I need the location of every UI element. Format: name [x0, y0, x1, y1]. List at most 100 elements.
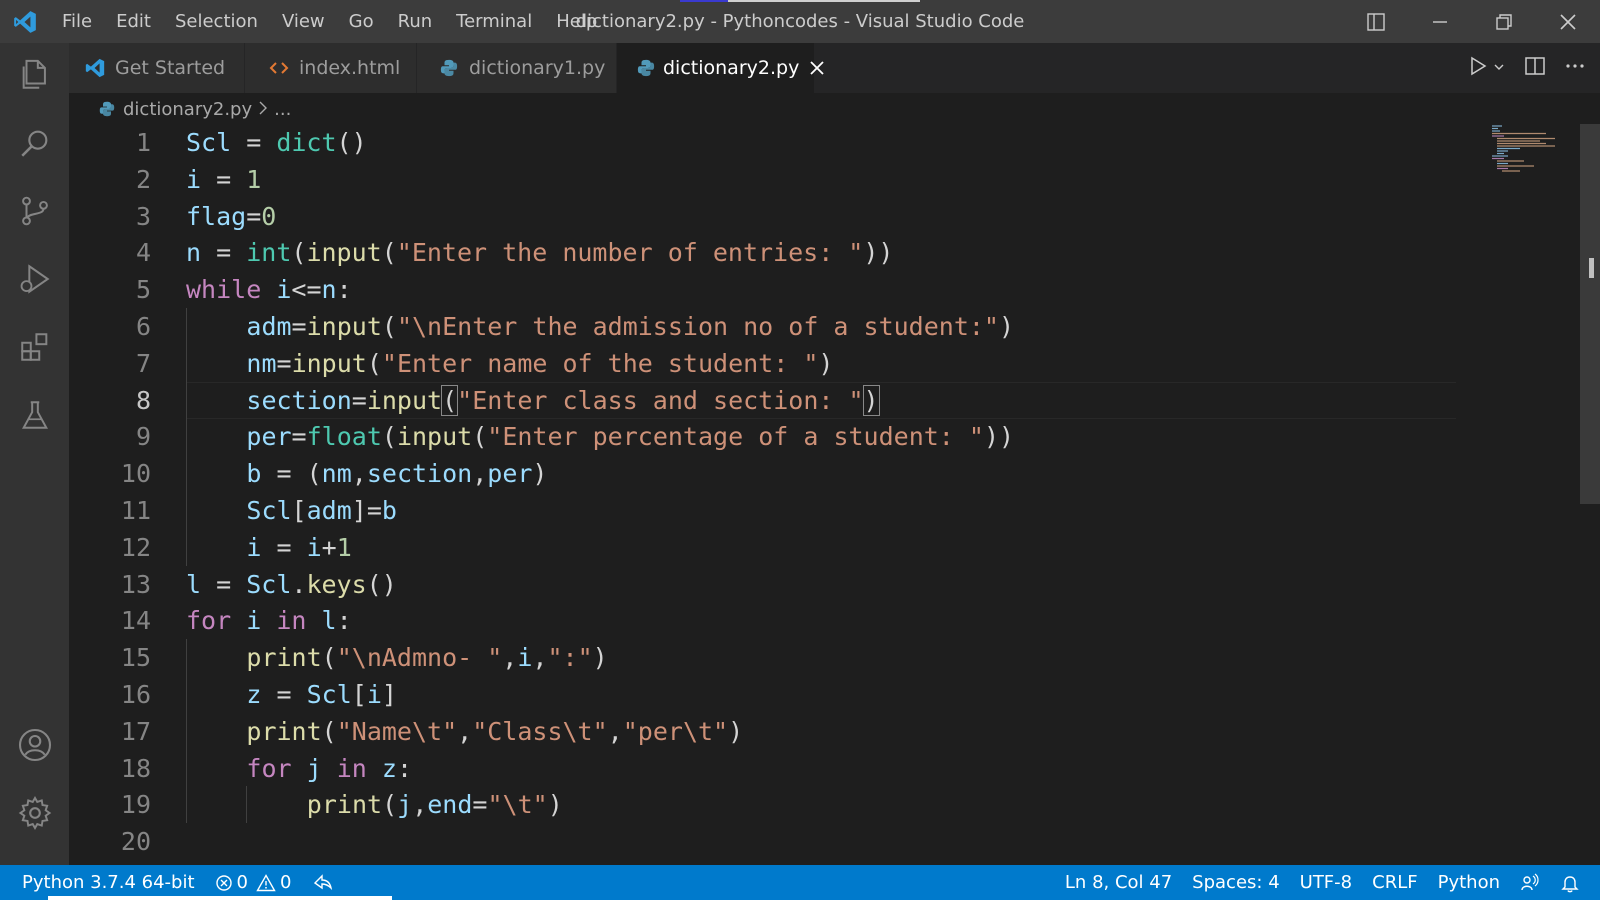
code-token: dict: [276, 128, 337, 157]
run-python-file-icon[interactable]: [1466, 54, 1490, 82]
code-token: ): [532, 459, 548, 489]
code-token: n: [321, 275, 337, 305]
menu-run[interactable]: Run: [386, 0, 445, 43]
indentation-status[interactable]: Spaces: 4: [1182, 865, 1289, 900]
eol-status[interactable]: CRLF: [1362, 865, 1427, 900]
search-icon[interactable]: [0, 113, 69, 173]
code-token: Scl: [246, 569, 292, 599]
code-editor[interactable]: 1 Scl = dict() 2 i = 1 3 flag=0 4 n = int(input…: [69, 124, 1600, 865]
code-token: for: [186, 606, 232, 636]
line-number: 5: [135, 275, 151, 305]
code-token: print: [306, 790, 383, 820]
code-token: adm: [246, 312, 292, 341]
menu-terminal[interactable]: Terminal: [444, 0, 544, 43]
python-interpreter-status[interactable]: Python 3.7.4 64-bit: [12, 865, 205, 900]
code-token: "Enter percentage of a student: ": [487, 422, 984, 452]
code-line[interactable]: 13 l = Scl.keys(): [69, 566, 1600, 603]
code-token: i: [366, 680, 382, 709]
account-icon[interactable]: [0, 715, 69, 775]
code-line[interactable]: 2 i = 1: [69, 161, 1600, 198]
code-token: per: [487, 459, 533, 489]
code-line[interactable]: 10 b = (nm,section,per): [69, 455, 1600, 492]
code-token: =: [261, 680, 307, 709]
extensions-icon[interactable]: [0, 317, 69, 377]
notifications-bell-icon[interactable]: [1550, 865, 1590, 900]
code-line[interactable]: 16 z = Scl[i]: [69, 676, 1600, 713]
code-line[interactable]: 3 flag=0: [69, 198, 1600, 235]
code-line[interactable]: 9 per=float(input("Enter percentage of a …: [69, 418, 1600, 456]
menu-view[interactable]: View: [270, 0, 337, 43]
indent-guide: [186, 381, 187, 419]
scrollbar-thumb[interactable]: [1580, 124, 1600, 504]
tab-dictionary2[interactable]: dictionary2.py: [617, 43, 824, 93]
code-line[interactable]: 15 print("\nAdmno- ",i,":"): [69, 639, 1600, 676]
close-tab-icon[interactable]: [809, 57, 825, 79]
breadcrumb-symbols[interactable]: ...: [274, 99, 291, 120]
menu-selection[interactable]: Selection: [163, 0, 270, 43]
code-token: 1: [246, 164, 262, 194]
code-line[interactable]: 18 for j in z:: [69, 749, 1600, 787]
code-line[interactable]: 19 print(j,end="\t"): [69, 786, 1600, 824]
testing-icon[interactable]: [0, 385, 69, 445]
feedback-icon[interactable]: [1510, 865, 1550, 900]
code-line[interactable]: 12 i = i+1: [69, 528, 1600, 566]
code-line[interactable]: 7 nm=input("Enter name of the student: "): [69, 344, 1600, 382]
more-actions-icon[interactable]: [1564, 55, 1586, 81]
code-line[interactable]: 1 Scl = dict(): [69, 124, 1600, 161]
menu-help[interactable]: Help: [544, 0, 609, 43]
live-share-icon[interactable]: [301, 865, 343, 900]
code-line[interactable]: 17 print("Name\t","Class\t","per\t"): [69, 712, 1600, 750]
code-line[interactable]: 20: [69, 823, 1600, 860]
settings-gear-icon[interactable]: [0, 783, 69, 843]
code-line[interactable]: 6 adm=input("\nEnter the admission no of …: [69, 308, 1600, 345]
code-line[interactable]: 4n = int(input("Enter the number of entr…: [69, 234, 1600, 271]
code-token: (): [336, 128, 367, 157]
split-editor-icon[interactable]: [1524, 55, 1546, 81]
code-line[interactable]: 14 for i in l:: [69, 602, 1600, 639]
code-token: ,: [472, 459, 488, 489]
close-window-icon[interactable]: [1536, 0, 1600, 43]
breadcrumb-file[interactable]: dictionary2.py: [123, 99, 252, 120]
line-number: 19: [120, 790, 151, 820]
code-line[interactable]: 5 while i<=n:: [69, 271, 1600, 308]
minimap[interactable]: [1490, 124, 1580, 184]
indent-guide: [186, 492, 187, 529]
code-line[interactable]: 11 Scl[adm]=b: [69, 492, 1600, 529]
menu-file[interactable]: File: [50, 0, 104, 43]
python-icon: [97, 99, 117, 119]
code-token: z: [381, 753, 397, 783]
run-debug-icon[interactable]: [0, 249, 69, 309]
restore-icon[interactable]: [1472, 0, 1536, 43]
tab-label: dictionary2.py: [663, 57, 800, 79]
minimize-icon[interactable]: [1408, 0, 1472, 43]
cursor-position-status[interactable]: Ln 8, Col 47: [1055, 865, 1182, 900]
line-source: while i<=n:: [186, 271, 352, 308]
menu-go[interactable]: Go: [337, 0, 386, 43]
tab-index-html[interactable]: index.html: [245, 43, 417, 93]
source-control-icon[interactable]: [0, 181, 69, 241]
problems-status[interactable]: 0 0: [205, 865, 302, 900]
code-token: "per\t": [622, 716, 729, 746]
code-token: +: [321, 532, 337, 562]
language-mode-status[interactable]: Python: [1428, 865, 1510, 900]
line-source: i = 1: [186, 161, 261, 198]
code-token: :: [396, 753, 413, 783]
code-token: print: [246, 643, 322, 673]
toggle-layout-icon[interactable]: [1344, 0, 1408, 43]
tab-dictionary1[interactable]: dictionary1.py: [417, 43, 617, 93]
tab-label: Get Started: [115, 57, 226, 79]
code-line[interactable]: 8 section=input("Enter class and section:…: [69, 381, 1600, 419]
explorer-icon[interactable]: [0, 45, 69, 105]
code-token: flag: [186, 201, 247, 231]
code-token: (: [381, 312, 397, 341]
code-token: float: [306, 422, 382, 452]
line-number: 9: [135, 422, 151, 452]
line-source: for j in z:: [246, 750, 412, 787]
menu-edit[interactable]: Edit: [104, 0, 163, 43]
error-count: 0: [236, 872, 248, 893]
line-number: 2: [135, 164, 151, 194]
encoding-status[interactable]: UTF-8: [1290, 865, 1362, 900]
chevron-down-icon[interactable]: [1492, 59, 1506, 78]
tab-get-started[interactable]: Get Started: [69, 43, 245, 93]
